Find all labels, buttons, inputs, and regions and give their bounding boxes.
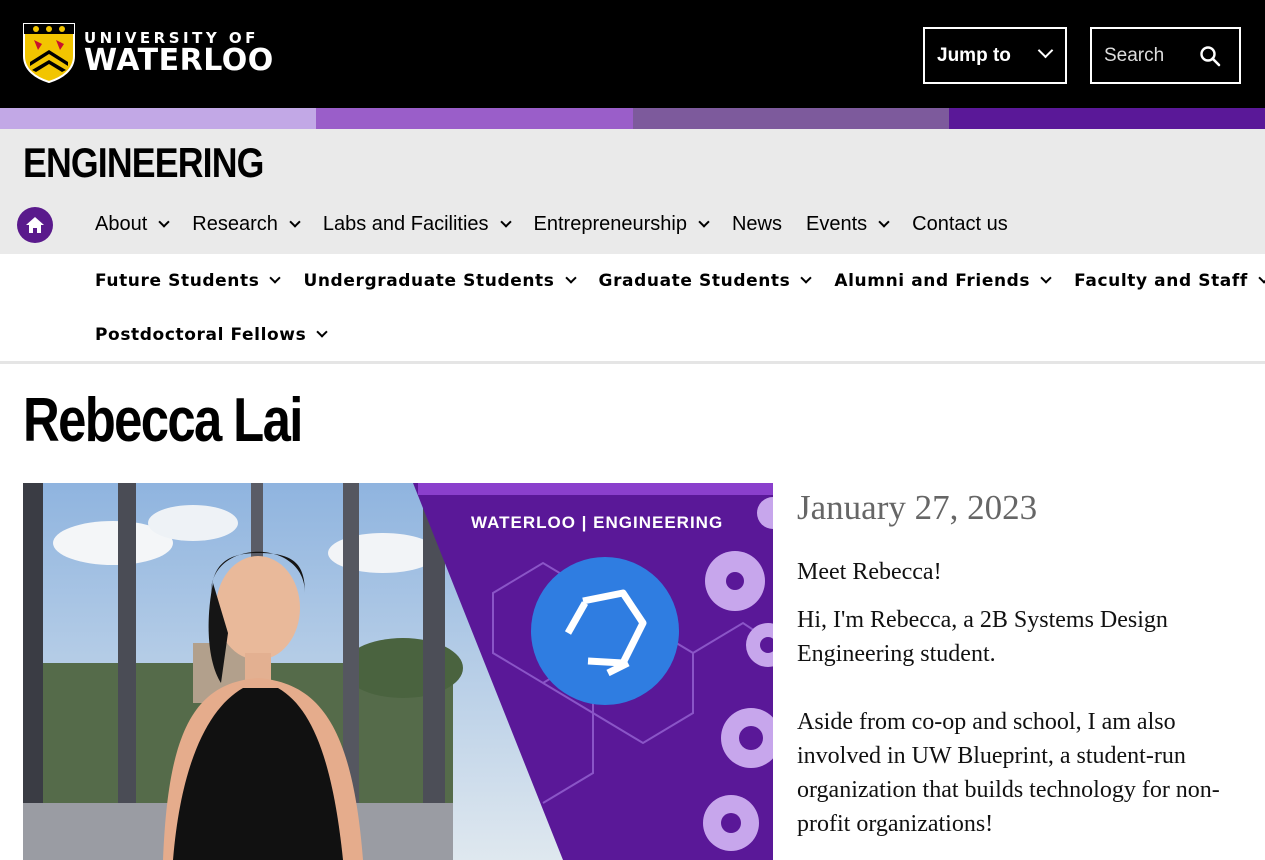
strip-segment-1 (0, 108, 317, 129)
hero-banner-text: WATERLOO | ENGINEERING (471, 513, 723, 532)
nav-item-events[interactable]: Events (805, 213, 890, 236)
audience-nav-row-1: Future Students Undergraduate Students G… (95, 271, 1265, 291)
nav-item-entrepreneurship[interactable]: Entrepreneurship (533, 213, 710, 236)
strip-segment-4 (948, 108, 1265, 129)
audience-nav: Future Students Undergraduate Students G… (0, 254, 1265, 364)
university-logo[interactable]: UNIVERSITY OF WATERLOO (22, 22, 274, 84)
nav-item-label: About (95, 213, 148, 235)
jump-to-button[interactable]: Jump to (923, 27, 1067, 84)
article-paragraph: Hi, I'm Rebecca, a 2B Systems Design Eng… (797, 607, 1168, 667)
site-header: UNIVERSITY OF WATERLOO Jump to (0, 0, 1265, 108)
nav-item-research[interactable]: Research (192, 213, 301, 236)
strip-segment-3 (632, 108, 949, 129)
audience-label: Future Students (95, 271, 260, 291)
chevron-down-icon (1258, 272, 1265, 284)
article-paragraph: Meet Rebecca! (797, 559, 942, 585)
chevron-down-icon (1037, 42, 1054, 59)
chevron-down-icon (564, 272, 577, 284)
nav-item-label: Labs and Facilities (322, 213, 489, 235)
article-date: January 27, 2023 (797, 488, 1038, 527)
audience-postdoctoral-fellows[interactable]: Postdoctoral Fellows (95, 325, 328, 345)
faculty-title[interactable]: ENGINEERING (23, 139, 264, 187)
search-box[interactable] (1090, 27, 1241, 84)
faculty-header: ENGINEERING About Research Labs and Faci… (0, 129, 1265, 254)
nav-item-label: Research (192, 213, 278, 235)
jump-to-label: Jump to (937, 44, 1011, 66)
nav-item-label: Events (805, 213, 868, 235)
nav-item-news[interactable]: News (732, 213, 782, 236)
audience-label: Postdoctoral Fellows (95, 325, 307, 345)
audience-label: Faculty and Staff (1074, 271, 1248, 291)
audience-label: Graduate Students (598, 271, 791, 291)
home-button[interactable] (17, 207, 53, 243)
audience-faculty-staff[interactable]: Faculty and Staff (1074, 271, 1265, 291)
nav-item-about[interactable]: About (95, 213, 170, 236)
chevron-down-icon (698, 215, 710, 228)
search-icon[interactable] (1199, 45, 1221, 67)
page-title: Rebecca Lai (23, 386, 303, 455)
home-icon (26, 217, 44, 233)
chevron-down-icon (289, 215, 301, 228)
audience-label: Undergraduate Students (303, 271, 555, 291)
profile-photo: WATERLOO | ENGINEERING (23, 483, 773, 860)
logo-line-2: WATERLOO (84, 43, 274, 78)
audience-future-students[interactable]: Future Students (95, 271, 282, 291)
hero-image: WATERLOO | ENGINEERING (23, 483, 773, 860)
chevron-down-icon (499, 215, 512, 228)
audience-nav-row-2: Postdoctoral Fellows (95, 325, 328, 345)
audience-undergraduate-students[interactable]: Undergraduate Students (303, 271, 577, 291)
chevron-down-icon (1040, 272, 1052, 284)
nav-item-label: Entrepreneurship (533, 213, 687, 235)
article-body: Meet Rebecca! Hi, I'm Rebecca, a 2B Syst… (797, 555, 1237, 855)
nav-item-labs[interactable]: Labs and Facilities (322, 213, 512, 236)
article-paragraph: Aside from co-op and school, I am also i… (797, 709, 1220, 837)
main-nav: About Research Labs and Facilities Entre… (95, 213, 1008, 236)
search-input[interactable] (1104, 44, 1194, 67)
shield-crest-icon (23, 23, 75, 84)
color-strip (0, 108, 1265, 129)
nav-item-label: Contact us (912, 213, 1008, 235)
audience-alumni-friends[interactable]: Alumni and Friends (834, 271, 1052, 291)
chevron-down-icon (269, 272, 282, 284)
nav-item-contact[interactable]: Contact us (912, 213, 1008, 236)
chevron-down-icon (800, 272, 813, 284)
audience-label: Alumni and Friends (834, 271, 1031, 291)
audience-graduate-students[interactable]: Graduate Students (598, 271, 813, 291)
chevron-down-icon (158, 215, 170, 228)
chevron-down-icon (316, 326, 328, 338)
chevron-down-icon (878, 215, 890, 228)
strip-segment-2 (316, 108, 633, 129)
nav-item-label: News (731, 213, 782, 235)
